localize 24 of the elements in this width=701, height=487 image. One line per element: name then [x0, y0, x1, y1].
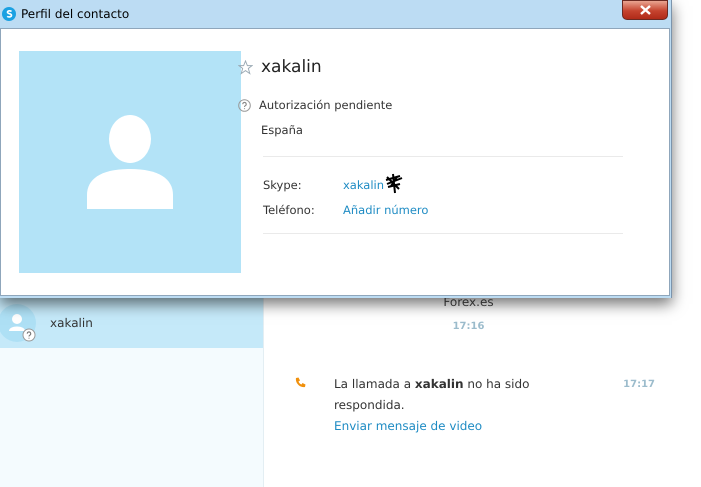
contact-item[interactable]: xakalin	[0, 298, 263, 348]
message-time: 17:16	[452, 321, 484, 332]
field-label: Skype:	[263, 177, 303, 194]
favorite-star-icon[interactable]	[238, 60, 253, 76]
field-link[interactable]: Añadir número	[343, 202, 428, 220]
message-time: 17:17	[623, 378, 655, 392]
person-silhouette-icon	[87, 115, 173, 209]
contact-name: xakalin	[261, 56, 322, 79]
contact-avatar	[0, 304, 36, 342]
close-button[interactable]	[622, 0, 668, 20]
contact-name: xakalin	[50, 315, 93, 332]
message-text: La llamada a xakalin no ha sido respondida.	[334, 376, 530, 414]
scribble-mark	[384, 172, 404, 194]
location-text: España	[261, 122, 303, 137]
close-icon	[640, 5, 650, 15]
question-icon	[238, 98, 251, 112]
message-link[interactable]: Enviar mensaje de video	[334, 419, 482, 433]
chat-header-text: Forex.es	[442, 294, 495, 308]
app-logo-icon	[2, 7, 16, 21]
window-title: Perfil del contacto	[21, 6, 130, 23]
status-text: Autorización pendiente	[259, 96, 392, 114]
field-label: Teléfono:	[263, 202, 316, 220]
phone-icon	[294, 377, 306, 389]
field-link[interactable]: xakalin	[343, 177, 384, 194]
